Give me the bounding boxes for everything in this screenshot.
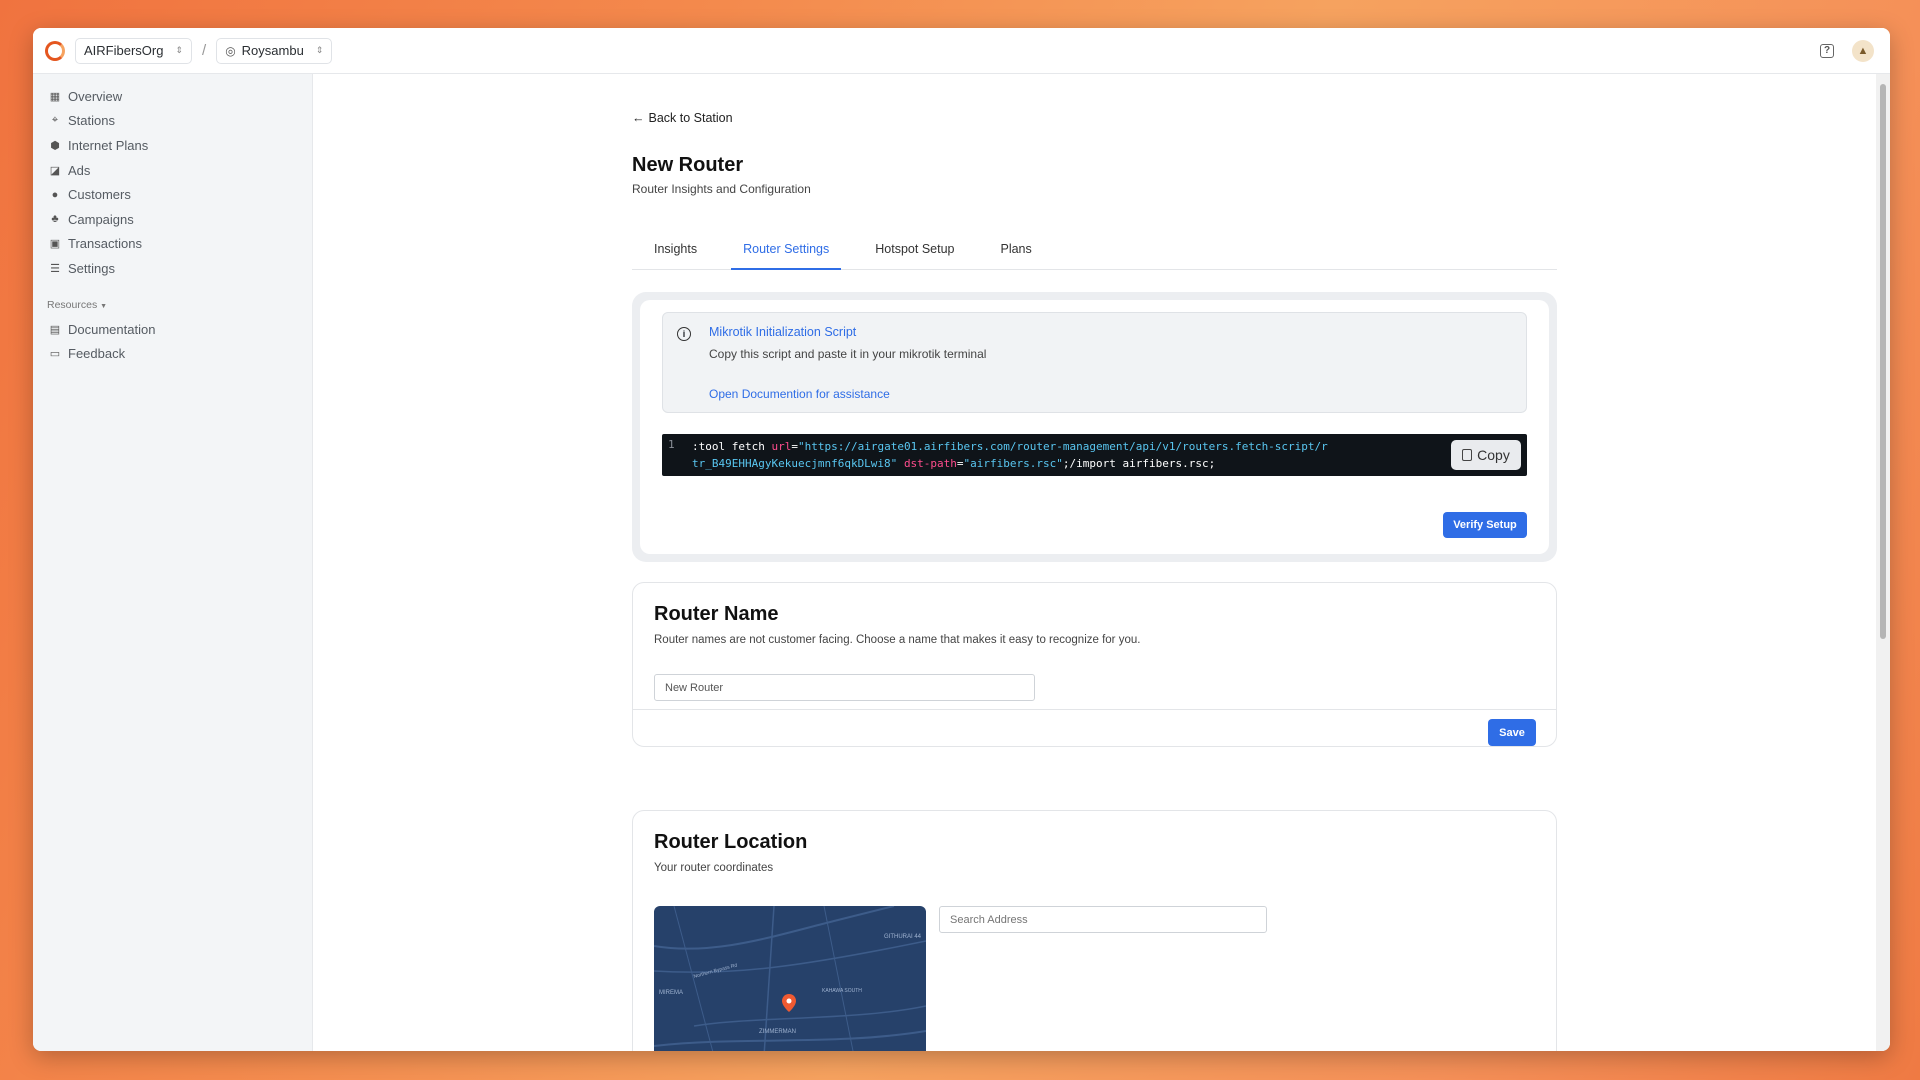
airfibers-logo-icon[interactable] (45, 40, 65, 61)
map-pin-icon[interactable] (782, 994, 796, 1012)
script-card: i Mikrotik Initialization Script Copy th… (632, 292, 1557, 562)
location-map[interactable]: GITHURAI 44 MIREMA ZIMMERMAN Northern By… (654, 906, 926, 1051)
caret-down-icon: ▼ (100, 302, 108, 310)
alert-title: Mikrotik Initialization Script (709, 325, 857, 339)
info-alert: i Mikrotik Initialization Script Copy th… (662, 312, 1527, 413)
scrollbar-thumb[interactable] (1880, 84, 1886, 639)
router-location-card: Router Location Your router coordinates … (632, 810, 1557, 1051)
tab-plans[interactable]: Plans (988, 232, 1043, 270)
sidebar-item-internet-plans[interactable]: ⬢ Internet Plans (33, 133, 312, 158)
sliders-icon: ☰ (50, 262, 60, 275)
line-number: 1 (668, 438, 675, 451)
sidebar-item-transactions[interactable]: ▣ Transactions (33, 232, 312, 257)
sidebar-item-feedback[interactable]: ▭ Feedback (33, 341, 312, 366)
main-content: ← Back to Station New Router Router Insi… (314, 74, 1876, 1051)
book-icon: ▤ (49, 323, 61, 336)
code-block[interactable]: 1 :tool fetch url="https://airgate01.air… (662, 434, 1527, 476)
page-title: New Router (632, 154, 744, 176)
org-switcher[interactable]: AIRFibersOrg ⇕ (75, 37, 193, 64)
org-name: AIRFibersOrg (84, 43, 164, 58)
user-avatar[interactable]: ▲ (1852, 39, 1874, 62)
tab-hotspot-setup[interactable]: Hotspot Setup (863, 232, 966, 270)
sidebar-item-overview[interactable]: ▦ Overview (33, 84, 312, 109)
save-button[interactable]: Save (1488, 719, 1536, 746)
sidebar-item-documentation[interactable]: ▤ Documentation (33, 317, 312, 342)
router-location-description: Your router coordinates (654, 862, 774, 874)
grid-icon: ▦ (49, 90, 61, 103)
sidebar-item-settings[interactable]: ☰ Settings (33, 256, 312, 281)
svg-text:GITHURAI 44: GITHURAI 44 (884, 934, 922, 940)
globe-icon: ◎ (225, 43, 236, 58)
copy-icon (1462, 449, 1473, 461)
cube-icon: ⬢ (50, 139, 60, 152)
router-name-description: Router names are not customer facing. Ch… (654, 634, 1141, 646)
tab-insights[interactable]: Insights (642, 232, 709, 270)
chevron-updown-icon: ⇕ (315, 45, 324, 55)
documentation-link[interactable]: Open Documention for assistance (709, 387, 1510, 401)
verify-setup-button[interactable]: Verify Setup (1443, 512, 1527, 538)
page-scrollbar[interactable] (1876, 74, 1890, 1051)
code-text: :tool fetch url="https://airgate01.airfi… (692, 440, 1328, 470)
sidebar-item-ads[interactable]: ◪ Ads (33, 158, 312, 183)
page-subtitle: Router Insights and Configuration (632, 182, 811, 196)
station-name: Roysambu (241, 43, 304, 58)
back-to-station-link[interactable]: ← Back to Station (632, 111, 733, 125)
router-name-input[interactable] (654, 674, 1035, 701)
resources-toggle[interactable]: Resources ▼ (33, 299, 312, 311)
tab-bar: Insights Router Settings Hotspot Setup P… (632, 232, 1557, 270)
svg-text:ZIMMERMAN: ZIMMERMAN (759, 1029, 796, 1035)
alert-description: Copy this script and paste it in your mi… (709, 347, 987, 361)
user-circle-icon: ● (51, 188, 59, 201)
map-roads: GITHURAI 44 MIREMA ZIMMERMAN Northern By… (654, 906, 926, 1051)
browser-window: AIRFibersOrg ⇕ / ◎ Roysambu ⇕ ? ▲ ▦ Overv… (33, 28, 1890, 1051)
arrow-left-icon: ← (632, 111, 645, 125)
users-icon: ♣ (51, 213, 59, 226)
chevron-updown-icon: ⇕ (175, 45, 184, 55)
tab-router-settings[interactable]: Router Settings (731, 232, 842, 270)
sidebar: ▦ Overview ⌖ Stations ⬢ Internet Plans ◪ Ads… (33, 74, 313, 1051)
help-icon[interactable]: ? (1820, 43, 1834, 58)
megaphone-icon: ◪ (49, 164, 61, 177)
svg-text:MIREMA: MIREMA (659, 990, 683, 996)
router-name-heading: Router Name (654, 603, 779, 625)
sidebar-item-stations[interactable]: ⌖ Stations (33, 109, 312, 134)
sidebar-item-campaigns[interactable]: ♣ Campaigns (33, 207, 312, 232)
station-switcher[interactable]: ◎ Roysambu ⇕ (216, 37, 333, 64)
antenna-icon: ⌖ (51, 114, 59, 127)
breadcrumb-separator: / (202, 42, 207, 59)
router-name-card: Router Name Router names are not custome… (632, 582, 1557, 747)
copy-button[interactable]: Copy (1451, 440, 1521, 470)
sidebar-item-customers[interactable]: ● Customers (33, 182, 312, 207)
search-address-input[interactable] (939, 906, 1267, 933)
svg-text:KAHAWA SOUTH: KAHAWA SOUTH (822, 988, 862, 994)
info-icon: i (677, 327, 691, 341)
router-location-heading: Router Location (654, 831, 808, 853)
money-icon: ▣ (49, 238, 61, 251)
message-icon: ▭ (49, 348, 61, 361)
top-bar: AIRFibersOrg ⇕ / ◎ Roysambu ⇕ ? ▲ (33, 28, 1890, 74)
